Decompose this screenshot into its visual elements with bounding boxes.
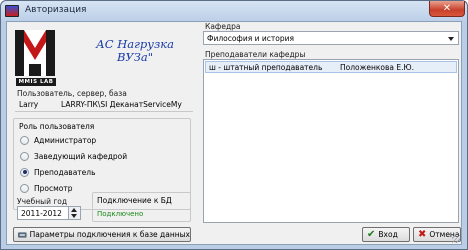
server-label: Пользователь, сервер, база <box>17 89 127 98</box>
connection-settings-label: Параметры подключения к базе данных <box>29 230 190 239</box>
teacher-status: ш - штатный преподаватель <box>209 63 323 72</box>
role-option-teacher[interactable]: Преподаватель <box>20 166 96 178</box>
teacher-name: Положенкова Е.Ю. <box>340 63 415 72</box>
logo-area: MMIS LAB АС Нагрузка ВУЗа" <box>13 24 185 86</box>
year-stepper[interactable]: 2011-2012 <box>17 206 81 220</box>
role-option-label: Администратор <box>34 135 97 145</box>
chevron-up-icon[interactable] <box>71 208 77 212</box>
connection-settings-button[interactable]: Параметры подключения к базе данных <box>13 227 191 242</box>
app-title: АС Нагрузка ВУЗа" <box>83 38 187 64</box>
department-select[interactable]: Философия и история <box>203 31 459 45</box>
login-window: Авторизация ✕ MMIS LAB АС Нагрузка ВУЗа"… <box>0 0 468 250</box>
spin-buttons[interactable] <box>68 207 80 219</box>
server-connection: LARRY-ПК\SI ДеканатServiceMy <box>61 100 182 109</box>
department-value: Философия и история <box>207 34 294 43</box>
role-option-admin[interactable]: Администратор <box>20 134 96 146</box>
year-label: Учебный год <box>17 197 68 206</box>
radio-button-checked[interactable] <box>20 167 29 177</box>
close-button[interactable]: ✕ <box>429 1 465 17</box>
role-title: Роль пользователя <box>19 122 95 131</box>
dialog-body: MMIS LAB АС Нагрузка ВУЗа" Пользователь,… <box>6 21 462 245</box>
role-option-label: Заведующий кафедрой <box>34 151 128 161</box>
app-title-line2: ВУЗа" <box>116 50 154 64</box>
department-label: Кафедра <box>205 22 241 31</box>
app-icon <box>5 5 19 17</box>
server-user: Larry <box>19 100 39 109</box>
login-label: Вход <box>378 230 398 239</box>
radio-button[interactable] <box>20 135 29 145</box>
year-value: 2011-2012 <box>21 209 62 218</box>
window-title: Авторизация <box>25 5 87 15</box>
role-option-head[interactable]: Заведующий кафедрой <box>20 150 127 162</box>
table-row[interactable]: ш - штатный преподаватель Положенкова Е.… <box>205 61 457 73</box>
teachers-label: Преподаватели кафедры <box>205 50 306 59</box>
resize-grip[interactable] <box>452 235 460 243</box>
title-bar[interactable]: Авторизация ✕ <box>1 1 467 21</box>
role-option-label: Просмотр <box>34 183 73 193</box>
radio-button[interactable] <box>20 151 29 161</box>
mmis-logo-icon <box>15 30 55 76</box>
db-title: Подключение к БД <box>97 196 172 205</box>
db-status: Подключено <box>97 210 144 218</box>
check-icon: ✔ <box>367 228 376 240</box>
db-connection-group: Подключение к БД Подключено <box>92 192 191 222</box>
connection-settings-icon <box>18 231 27 238</box>
chevron-down-icon[interactable] <box>448 37 454 41</box>
server-info: Larry LARRY-ПК\SI ДеканатServiceMy <box>15 98 193 112</box>
radio-button[interactable] <box>20 183 29 193</box>
chevron-down-icon[interactable] <box>71 214 77 218</box>
login-button[interactable]: ✔ Вход <box>362 227 410 242</box>
logo-caption: MMIS LAB <box>16 78 56 86</box>
role-option-label: Преподаватель <box>34 167 96 177</box>
cross-icon: ✖ <box>418 228 427 240</box>
teachers-list[interactable]: ш - штатный преподаватель Положенкова Е.… <box>203 59 459 223</box>
role-option-view[interactable]: Просмотр <box>20 182 73 194</box>
